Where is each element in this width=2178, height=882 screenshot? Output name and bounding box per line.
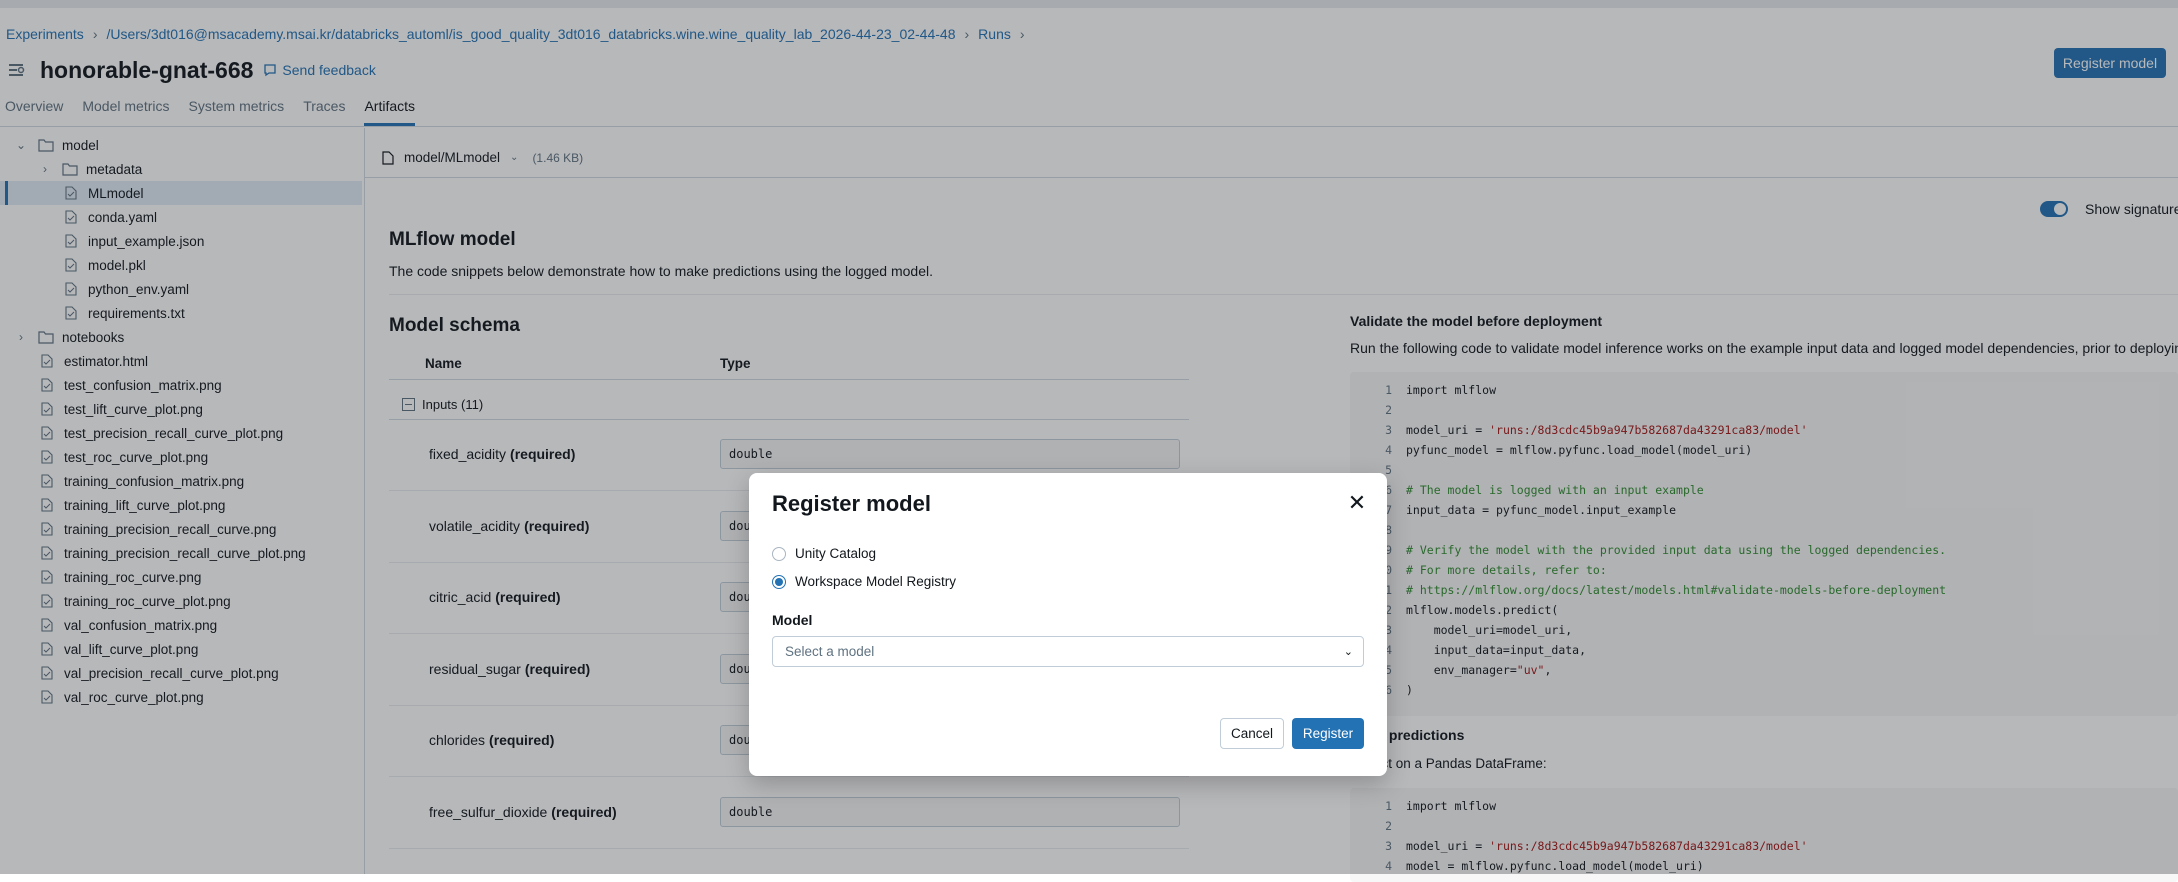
close-icon[interactable]: ✕: [1347, 492, 1367, 514]
radio-label: Unity Catalog: [795, 546, 877, 561]
register-model-dialog: Register model ✕ Unity Catalog Workspace…: [749, 473, 1387, 776]
model-select-placeholder: Select a model: [785, 644, 875, 659]
model-field-label: Model: [772, 612, 813, 628]
radio-unity-catalog[interactable]: Unity Catalog: [772, 546, 876, 561]
radio-circle-selected[interactable]: [772, 574, 786, 589]
cancel-button[interactable]: Cancel: [1220, 718, 1284, 749]
radio-workspace-model-registry[interactable]: Workspace Model Registry: [772, 574, 956, 589]
dialog-title: Register model: [772, 491, 931, 516]
radio-label: Workspace Model Registry: [795, 574, 957, 589]
radio-circle[interactable]: [772, 546, 786, 561]
register-button[interactable]: Register: [1292, 718, 1364, 749]
chevron-down-icon: ⌄: [1343, 646, 1353, 658]
model-select[interactable]: Select a model ⌄: [772, 636, 1364, 667]
